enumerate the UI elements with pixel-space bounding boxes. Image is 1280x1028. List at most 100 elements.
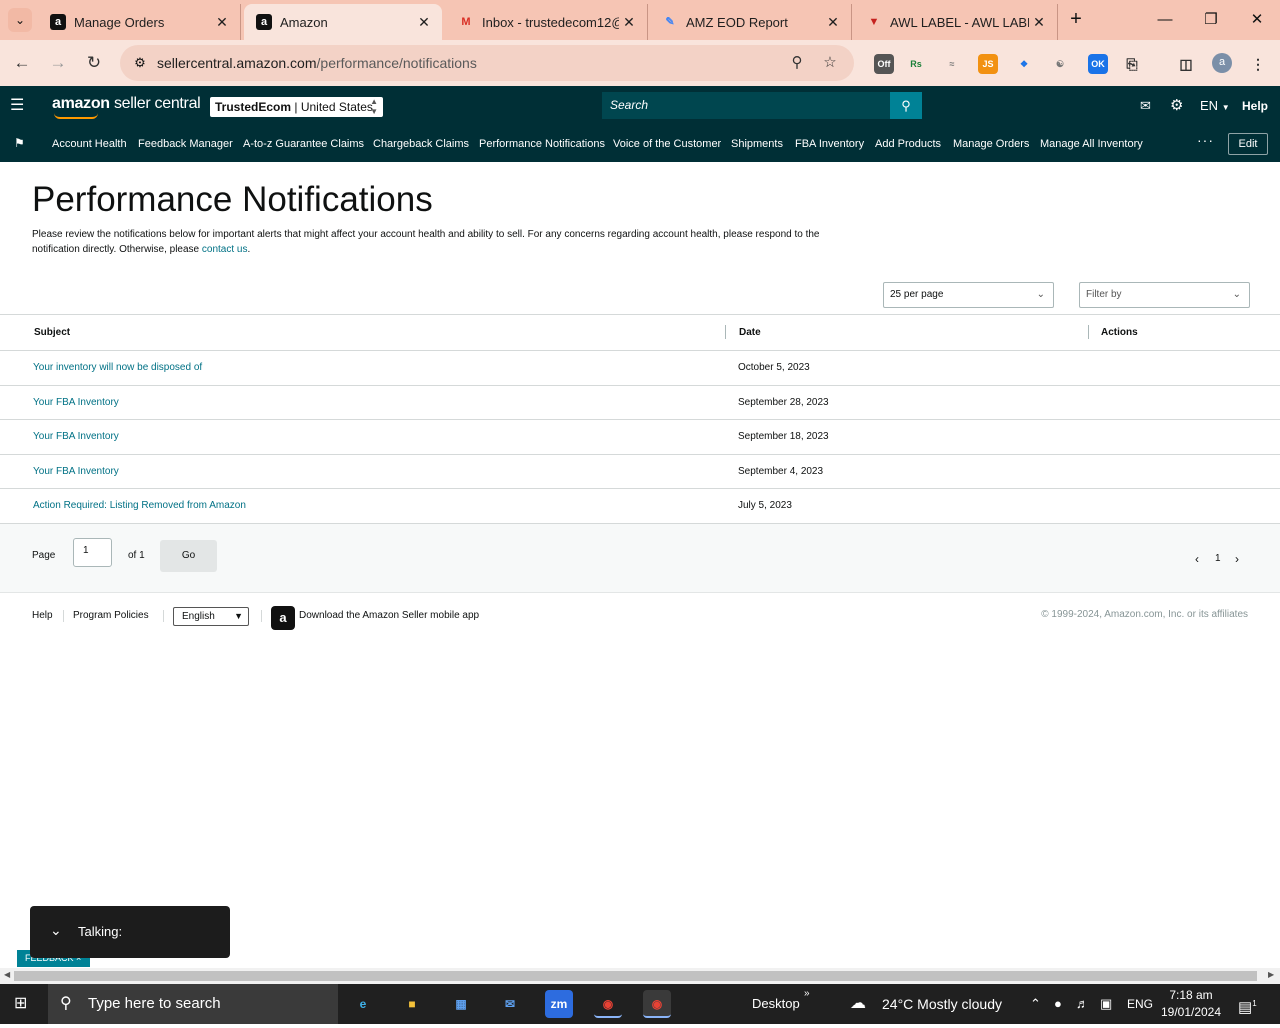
chevron-icon[interactable]: » <box>804 974 810 1014</box>
account-switcher[interactable]: TrustedEcom | United States ▲ ▼ <box>210 97 383 117</box>
network-icon[interactable]: ▣ <box>1100 984 1112 1024</box>
language-selector[interactable]: EN ▼ <box>1200 97 1230 117</box>
back-icon[interactable]: ← <box>10 51 34 75</box>
scroll-right-icon[interactable]: ▶ <box>1268 970 1274 979</box>
nav-fba-inventory[interactable]: FBA Inventory <box>795 138 864 150</box>
forward-icon[interactable]: → <box>46 51 70 75</box>
restore-icon[interactable]: ❐ <box>1188 0 1234 40</box>
extension-icon[interactable]: ❖ <box>1014 54 1034 74</box>
notification-subject-link[interactable]: Your FBA Inventory <box>33 397 119 408</box>
store-icon[interactable]: ▦ <box>447 990 475 1018</box>
nav-add-products[interactable]: Add Products <box>875 138 941 150</box>
scroll-left-icon[interactable]: ◀ <box>4 970 10 979</box>
weather-text[interactable]: 24°C Mostly cloudy <box>882 984 1002 1024</box>
nav-chargeback-claims[interactable]: Chargeback Claims <box>373 138 469 150</box>
per-page-select[interactable]: 25 per page ⌄ <box>883 282 1054 308</box>
js-extension-icon[interactable]: JS <box>978 54 998 74</box>
notification-subject-link[interactable]: Action Required: Listing Removed from Am… <box>33 500 246 511</box>
windows-start-icon[interactable]: ⊞ <box>14 995 32 1013</box>
zoom-app-icon[interactable]: zm <box>545 990 573 1018</box>
mail-icon[interactable]: ✉ <box>1140 97 1151 115</box>
extension-icon[interactable]: ☯ <box>1050 54 1070 74</box>
search-input[interactable]: Search <box>602 92 890 119</box>
input-language[interactable]: ENG <box>1127 984 1153 1024</box>
browser-tab[interactable]: ▼ AWL LABEL - AWL LABEL ✕ <box>854 4 1058 40</box>
chevron-down-icon[interactable]: ⌄ <box>50 922 62 939</box>
notification-subject-link[interactable]: Your FBA Inventory <box>33 431 119 442</box>
new-tab-icon[interactable]: + <box>1064 8 1088 32</box>
download-app-link[interactable]: Download the Amazon Seller mobile app <box>299 610 479 621</box>
horizontal-scrollbar[interactable]: ◀ ▶ <box>0 968 1280 984</box>
file-explorer-icon[interactable]: ■ <box>398 990 426 1018</box>
url-text[interactable]: sellercentral.amazon.com/performance/not… <box>157 55 477 71</box>
nav-a-to-z-claims[interactable]: A-to-z Guarantee Claims <box>243 138 364 150</box>
settings-gear-icon[interactable]: ⚙ <box>1170 97 1183 115</box>
nav-voice-of-customer[interactable]: Voice of the Customer <box>613 138 721 150</box>
desktop-toolbar[interactable]: Desktop <box>752 984 800 1024</box>
chrome-menu-icon[interactable]: ⋮ <box>1248 54 1268 74</box>
contact-us-link[interactable]: contact us <box>202 244 248 255</box>
help-link[interactable]: Help <box>1242 97 1268 115</box>
address-bar[interactable]: ⚙ sellercentral.amazon.com/performance/n… <box>120 45 854 81</box>
close-tab-icon[interactable]: ✕ <box>619 12 639 32</box>
volume-icon[interactable]: ♬ <box>1076 984 1089 1024</box>
browser-tab-active[interactable]: a Amazon ✕ <box>244 4 442 40</box>
ok-extension-icon[interactable]: OK <box>1088 54 1108 74</box>
seller-central-logo[interactable]: amazon seller central <box>52 95 201 119</box>
rs-extension-icon[interactable]: Rs <box>906 54 926 74</box>
reload-icon[interactable]: ↻ <box>82 51 106 75</box>
more-icon[interactable]: ··· <box>1197 132 1214 148</box>
close-tab-icon[interactable]: ✕ <box>414 12 434 32</box>
extension-off-icon[interactable]: Off <box>874 54 894 74</box>
page-number-input[interactable]: 1 <box>73 538 112 567</box>
prev-page-icon[interactable]: ‹ <box>1195 552 1199 566</box>
chrome-icon[interactable]: ◉ <box>594 990 622 1018</box>
notifications-icon[interactable]: ▤1 <box>1238 984 1257 1028</box>
site-settings-icon[interactable]: ⚙ <box>128 51 152 75</box>
nav-manage-all-inventory[interactable]: Manage All Inventory <box>1040 138 1143 150</box>
notification-subject-link[interactable]: Your FBA Inventory <box>33 466 119 477</box>
search-button[interactable]: ⚲ <box>890 92 922 119</box>
weather-icon[interactable]: ☁ <box>850 984 866 1024</box>
footer-language-select[interactable]: English ▼ <box>173 607 249 626</box>
bookmark-star-icon[interactable]: ☆ <box>820 53 840 73</box>
amazon-seller-app-icon[interactable]: a <box>271 606 295 630</box>
filter-select[interactable]: Filter by ⌄ <box>1079 282 1250 308</box>
browser-tab[interactable]: M Inbox - trustedecom12@ ✕ <box>446 4 648 40</box>
nav-account-health[interactable]: Account Health <box>52 138 127 150</box>
nav-manage-orders[interactable]: Manage Orders <box>953 138 1029 150</box>
tray-overflow-icon[interactable]: ⌃ <box>1030 984 1041 1024</box>
edge-icon[interactable]: e <box>349 990 377 1018</box>
minimize-icon[interactable]: — <box>1142 0 1188 40</box>
close-window-icon[interactable]: ✕ <box>1234 0 1280 40</box>
tab-search-icon[interactable]: ⌄ <box>8 8 32 32</box>
bookmark-icon[interactable]: ⚑ <box>14 136 25 150</box>
nav-performance-notifications[interactable]: Performance Notifications <box>479 138 605 150</box>
microphone-icon[interactable]: ● <box>1054 984 1062 1024</box>
notification-subject-link[interactable]: Your inventory will now be disposed of <box>33 362 202 373</box>
go-button[interactable]: Go <box>160 540 217 572</box>
chrome-icon[interactable]: ◉ <box>643 990 671 1018</box>
nav-feedback-manager[interactable]: Feedback Manager <box>138 138 233 150</box>
hamburger-menu-icon[interactable]: ☰ <box>10 97 28 115</box>
taskbar-search-input[interactable]: ⚲ Type here to search <box>48 984 338 1024</box>
nav-shipments[interactable]: Shipments <box>731 138 783 150</box>
footer-help-link[interactable]: Help <box>32 610 53 621</box>
zoom-icon[interactable]: ⚲ <box>787 53 807 73</box>
close-tab-icon[interactable]: ✕ <box>823 12 843 32</box>
close-tab-icon[interactable]: ✕ <box>1029 12 1049 32</box>
browser-tab[interactable]: a Manage Orders ✕ <box>38 4 241 40</box>
next-page-icon[interactable]: › <box>1235 552 1239 566</box>
close-tab-icon[interactable]: ✕ <box>212 12 232 32</box>
browser-tab[interactable]: ✎ AMZ EOD Report ✕ <box>650 4 852 40</box>
system-clock[interactable]: 7:18 am 19/01/2024 <box>1158 987 1224 1021</box>
column-subject[interactable]: Subject <box>34 327 70 338</box>
edit-button[interactable]: Edit <box>1228 133 1268 155</box>
program-policies-link[interactable]: Program Policies <box>73 610 149 621</box>
profile-avatar[interactable]: a <box>1212 53 1232 73</box>
extension-icon[interactable]: ≈ <box>942 54 962 74</box>
side-panel-icon[interactable]: ◫ <box>1176 54 1196 74</box>
scrollbar-thumb[interactable] <box>14 971 1257 981</box>
current-page-number[interactable]: 1 <box>1215 553 1221 564</box>
extensions-puzzle-icon[interactable]: ⎘ <box>1122 54 1142 74</box>
